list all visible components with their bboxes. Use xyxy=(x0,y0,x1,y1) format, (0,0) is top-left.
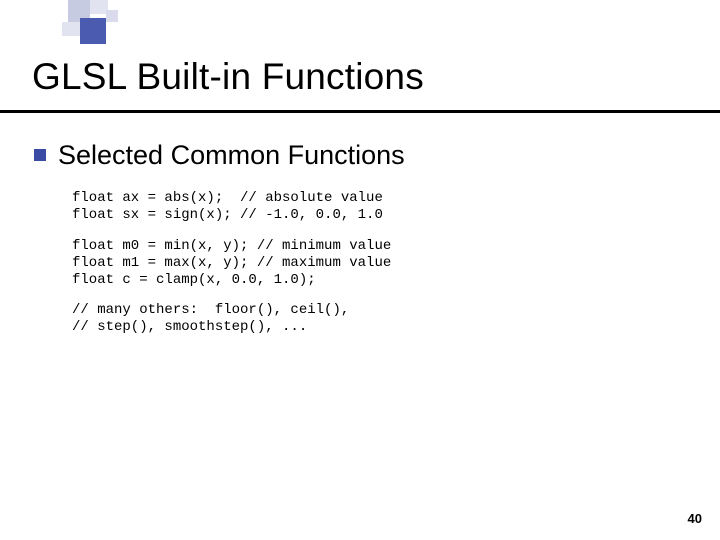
decor-square xyxy=(106,10,118,22)
decor-square xyxy=(80,18,106,44)
slide-title: GLSL Built-in Functions xyxy=(32,56,424,98)
slide: GLSL Built-in Functions Selected Common … xyxy=(0,0,720,540)
code-block-1: float ax = abs(x); // absolute value flo… xyxy=(72,190,383,224)
decor-square xyxy=(62,22,80,36)
title-rule xyxy=(0,110,720,113)
corner-decoration xyxy=(28,0,118,38)
code-block-2: float m0 = min(x, y); // minimum value f… xyxy=(72,238,391,289)
page-number: 40 xyxy=(688,511,702,526)
code-block-3: // many others: floor(), ceil(), // step… xyxy=(72,302,349,336)
bullet-icon xyxy=(34,149,46,161)
subheading: Selected Common Functions xyxy=(58,140,405,171)
